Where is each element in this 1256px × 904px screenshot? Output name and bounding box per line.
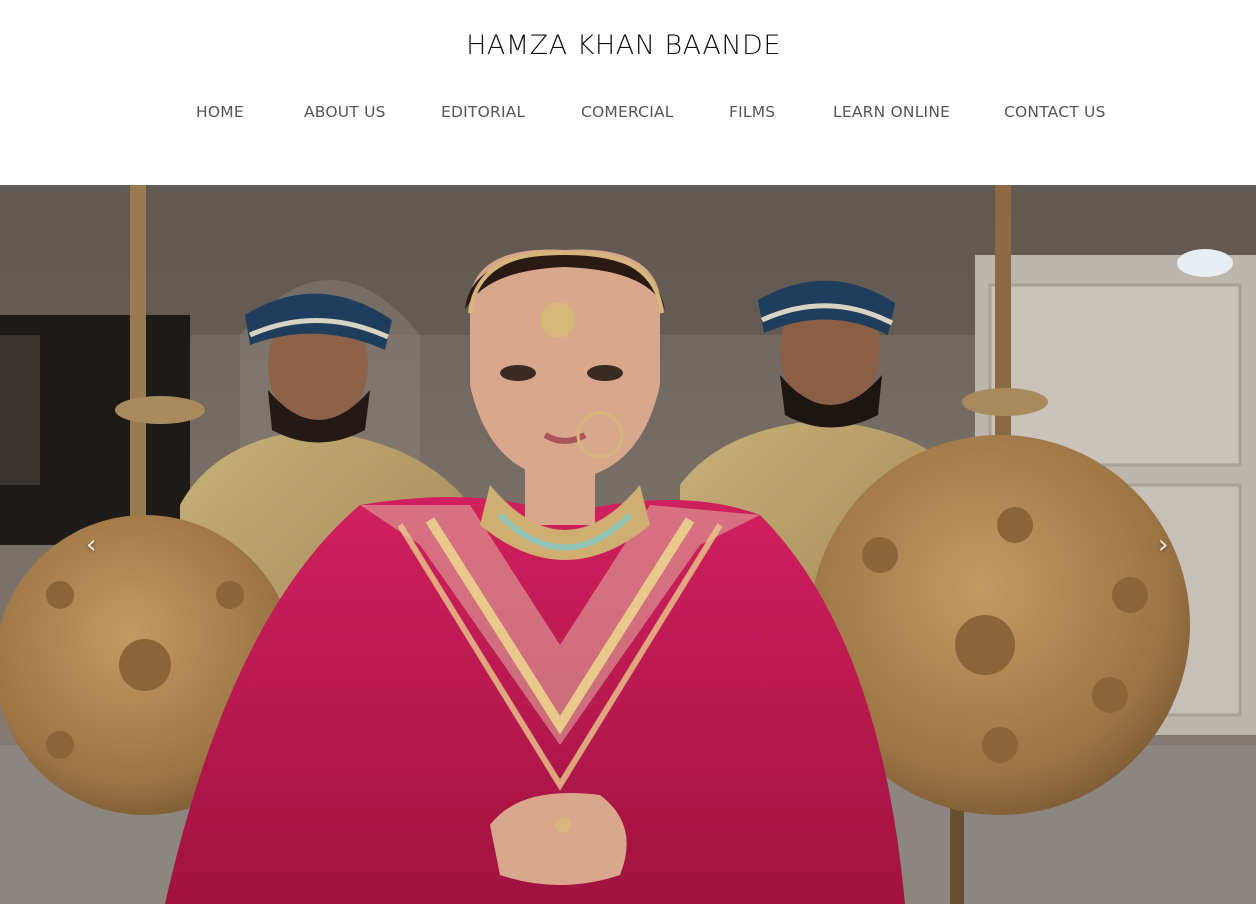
chevron-right-icon[interactable]: › [1158, 532, 1180, 559]
hero-image [0, 185, 1256, 904]
chevron-left-icon[interactable]: ‹ [86, 532, 108, 559]
nav-about-us[interactable]: ABOUT US [304, 103, 386, 121]
nav-home[interactable]: HOME [196, 103, 244, 121]
site-header: HAMZA KHAN BAANDE HOME ABOUT US EDITORIA… [0, 0, 1256, 185]
hero-slider[interactable]: ‹ › [0, 185, 1256, 904]
nav-contact-us[interactable]: CONTACT US [1004, 103, 1106, 121]
nav-comercial[interactable]: COMERCIAL [581, 103, 674, 121]
site-title[interactable]: HAMZA KHAN BAANDE [0, 30, 1247, 61]
nav-learn-online[interactable]: LEARN ONLINE [833, 103, 950, 121]
main-nav: HOME ABOUT US EDITORIAL COMERCIAL FILMS … [0, 103, 1256, 127]
nav-editorial[interactable]: EDITORIAL [441, 103, 525, 121]
nav-films[interactable]: FILMS [729, 103, 775, 121]
